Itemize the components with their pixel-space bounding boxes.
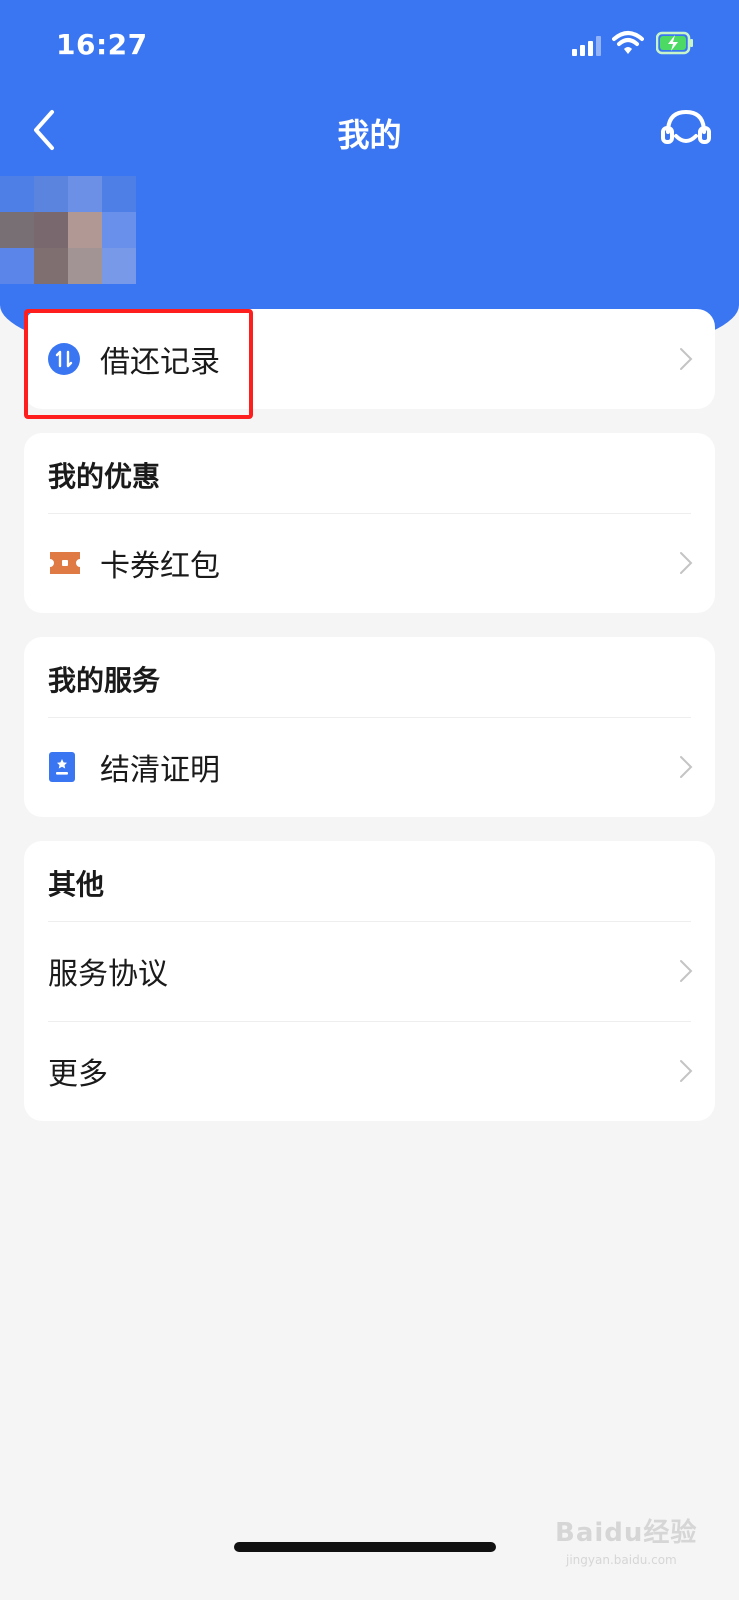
more-label: 更多 xyxy=(48,1057,108,1092)
settlement-certificate-label: 结清证明 xyxy=(100,753,220,788)
chevron-right-icon xyxy=(680,552,693,574)
other-heading: 其他 xyxy=(48,868,105,901)
home-indicator[interactable] xyxy=(234,1542,496,1552)
chevron-right-icon xyxy=(680,756,693,778)
headset-icon xyxy=(661,109,711,144)
watermark-url: jingyan.baidu.com xyxy=(566,1553,677,1567)
service-agreement-label: 服务协议 xyxy=(48,957,168,992)
avatar[interactable] xyxy=(0,176,136,284)
highlight-box xyxy=(24,309,253,419)
coupons-row[interactable]: 卡券红包 xyxy=(24,513,715,613)
page-title: 我的 xyxy=(337,116,402,154)
offers-heading: 我的优惠 xyxy=(48,460,161,493)
other-card: 其他 服务协议 更多 xyxy=(24,841,715,1121)
offers-card: 我的优惠 卡券红包 xyxy=(24,433,715,613)
more-row[interactable]: 更多 xyxy=(24,1021,715,1121)
chevron-right-icon xyxy=(680,348,693,370)
chevron-right-icon xyxy=(680,960,693,982)
services-heading: 我的服务 xyxy=(48,664,161,697)
status-bar: 16:27 xyxy=(0,0,739,95)
wifi-icon xyxy=(612,31,644,54)
battery-charging-icon xyxy=(656,31,693,55)
watermark: Baidu经验 xyxy=(555,1518,698,1548)
status-time: 16:27 xyxy=(56,28,148,61)
coupons-label: 卡券红包 xyxy=(100,549,220,584)
settlement-certificate-row[interactable]: 结清证明 xyxy=(24,717,715,817)
certificate-icon xyxy=(49,752,75,782)
chevron-right-icon xyxy=(680,1060,693,1082)
customer-service-button[interactable] xyxy=(660,106,712,154)
services-card: 我的服务 结清证明 xyxy=(24,637,715,817)
service-agreement-row[interactable]: 服务协议 xyxy=(24,921,715,1021)
ticket-icon xyxy=(50,552,80,574)
signal-icon xyxy=(572,36,601,56)
